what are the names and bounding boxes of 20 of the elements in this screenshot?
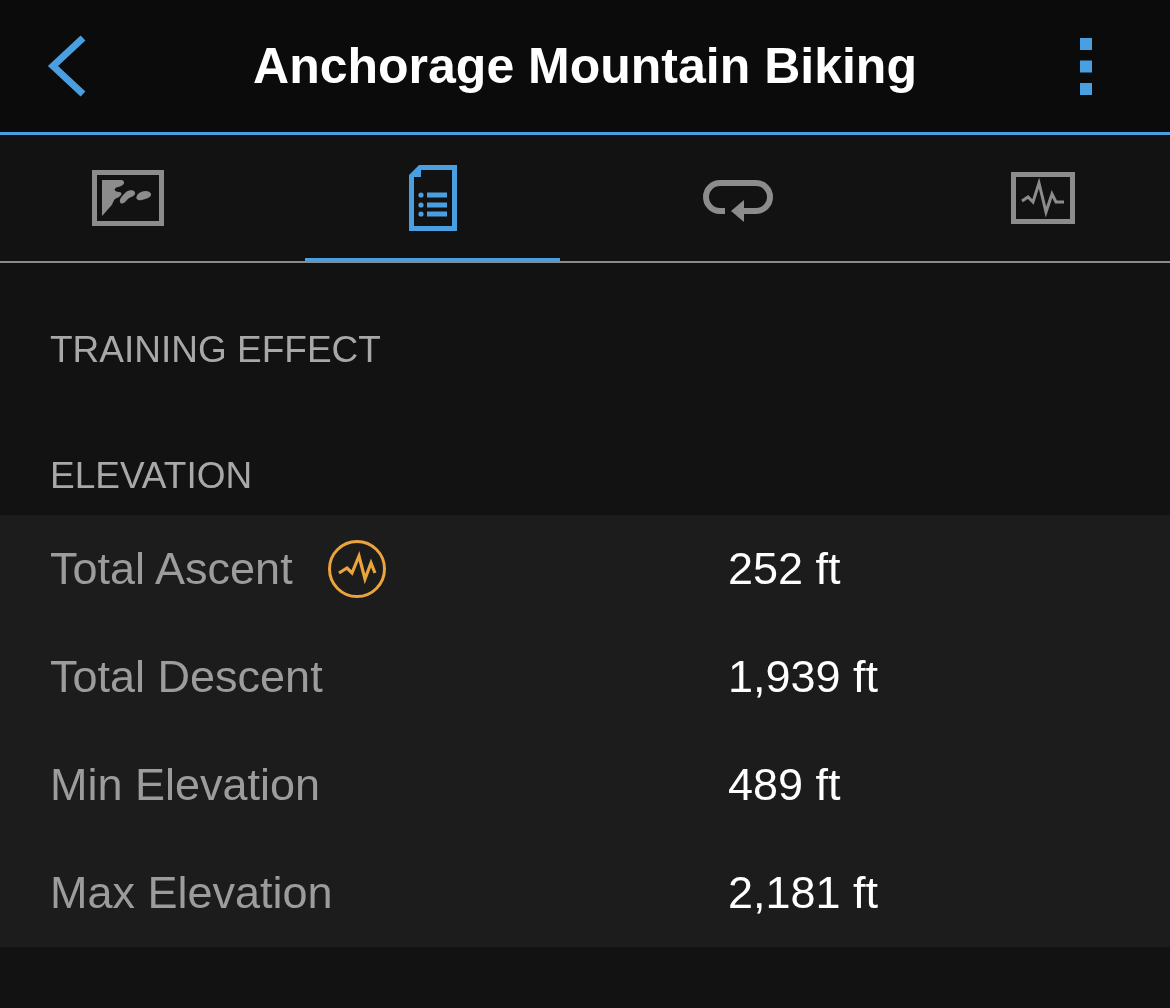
chart-pulse-icon[interactable] bbox=[326, 539, 387, 599]
back-button[interactable] bbox=[47, 35, 87, 97]
stat-value: 252 ft bbox=[728, 543, 841, 595]
back-chevron-icon bbox=[47, 35, 87, 97]
stat-value: 489 ft bbox=[728, 759, 841, 811]
stat-value: 1,939 ft bbox=[728, 651, 879, 703]
stat-label: Total Descent bbox=[50, 651, 323, 703]
screen-title: Anchorage Mountain Biking bbox=[253, 37, 917, 96]
stat-label: Total Ascent bbox=[50, 543, 293, 595]
section-heading: ELEVATION bbox=[49, 454, 254, 498]
more-menu-icon bbox=[1080, 37, 1092, 95]
map-icon bbox=[91, 170, 164, 226]
stat-label: Min Elevation bbox=[50, 759, 321, 811]
chart-frame-icon bbox=[1010, 172, 1075, 224]
document-list-icon bbox=[408, 165, 457, 231]
loop-arrow-icon bbox=[702, 177, 773, 223]
more-button[interactable] bbox=[1080, 37, 1092, 95]
section-heading: TRAINING EFFECT bbox=[49, 328, 382, 372]
stat-label: Max Elevation bbox=[50, 867, 333, 919]
stat-value: 2,181 ft bbox=[728, 867, 879, 919]
